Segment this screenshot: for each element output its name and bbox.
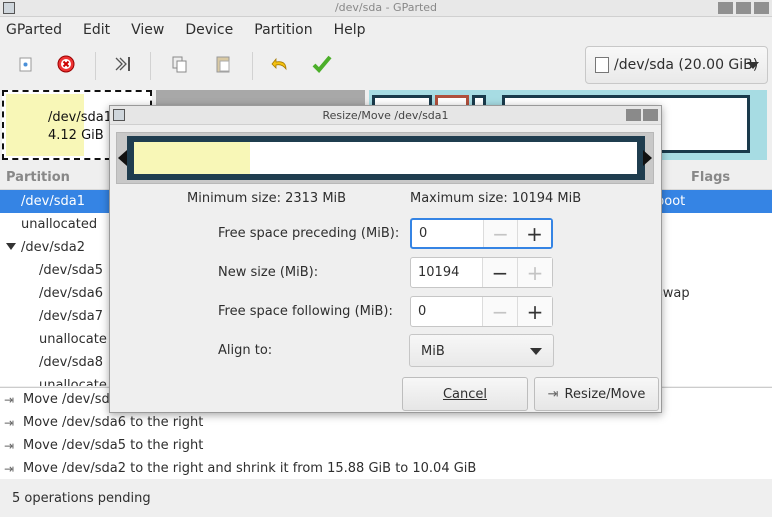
resize-move-icon: ⇥ xyxy=(547,386,559,402)
minimum-size-label: Minimum size: 2313 MiB xyxy=(187,191,347,206)
diskmap-sda1-name: /dev/sda1 xyxy=(48,110,112,125)
decrement-button[interactable]: − xyxy=(482,258,517,287)
resize-move-button[interactable]: ⇥ Resize/Move xyxy=(534,377,659,411)
align-to-value: MiB xyxy=(421,344,445,359)
menu-bar: GParted Edit View Device Partition Help xyxy=(0,17,772,43)
dialog-titlebar: Resize/Move /dev/sda1 xyxy=(110,106,661,125)
dialog-maximize-button[interactable] xyxy=(626,109,641,121)
menu-help[interactable]: Help xyxy=(334,22,366,38)
expander-icon[interactable] xyxy=(6,243,16,250)
free-space-following-label: Free space following (MiB): xyxy=(218,304,393,319)
operation-item[interactable]: ⇥ Move /dev/sda6 to the right xyxy=(0,411,203,434)
column-flags[interactable]: Flags xyxy=(691,170,730,185)
resize-move-icon: ⇥ xyxy=(4,392,15,407)
window-controls xyxy=(718,2,769,14)
resize-move-icon[interactable] xyxy=(110,51,136,77)
delete-partition-icon[interactable] xyxy=(53,51,79,77)
paste-icon[interactable] xyxy=(210,51,236,77)
increment-button[interactable]: + xyxy=(517,297,552,326)
window-title: /dev/sda - GParted xyxy=(334,1,438,14)
free-space-preceding-label: Free space preceding (MiB): xyxy=(218,226,400,241)
menu-partition[interactable]: Partition xyxy=(254,22,312,38)
decrement-button[interactable]: − xyxy=(483,220,517,247)
status-bar-text: 5 operations pending xyxy=(12,491,151,506)
device-selector[interactable]: /dev/sda (20.00 GiB) xyxy=(585,46,768,84)
maximum-size-label: Maximum size: 10194 MiB xyxy=(410,191,582,206)
align-to-label: Align to: xyxy=(218,343,273,358)
menu-edit[interactable]: Edit xyxy=(83,22,110,38)
free-space-following-spinner: − + xyxy=(410,296,553,327)
resize-move-icon: ⇥ xyxy=(4,415,15,430)
used-space-bar xyxy=(134,142,250,174)
maximize-button[interactable] xyxy=(736,2,751,14)
left-handle-icon[interactable] xyxy=(118,150,127,166)
copy-icon[interactable] xyxy=(167,51,193,77)
chevron-down-icon xyxy=(747,62,759,69)
new-size-label: New size (MiB): xyxy=(218,265,319,280)
device-selector-label: /dev/sda (20.00 GiB) xyxy=(614,57,759,73)
diskmap-sda1-size: 4.12 GiB xyxy=(48,128,104,143)
dialog-close-button[interactable] xyxy=(643,109,658,121)
free-space-preceding-spinner: − + xyxy=(410,218,553,249)
new-partition-icon[interactable] xyxy=(12,51,38,77)
operation-item[interactable]: ⇥ Move /dev/sd xyxy=(0,388,110,411)
minimize-button[interactable] xyxy=(718,2,733,14)
increment-button[interactable]: + xyxy=(517,220,551,247)
increment-button[interactable]: + xyxy=(517,258,552,287)
operation-item[interactable]: ⇥ Move /dev/sda5 to the right xyxy=(0,434,203,457)
disk-icon xyxy=(595,57,609,73)
chevron-down-icon xyxy=(530,348,542,355)
cancel-button[interactable]: Cancel xyxy=(402,377,528,411)
partition-resize-slider[interactable] xyxy=(116,132,654,184)
apply-checkmark-icon[interactable] xyxy=(309,51,335,77)
menu-device[interactable]: Device xyxy=(185,22,233,38)
new-size-input[interactable] xyxy=(411,258,482,287)
window-titlebar: /dev/sda - GParted xyxy=(0,0,772,17)
menu-gparted[interactable]: GParted xyxy=(6,22,62,38)
close-window-button[interactable] xyxy=(754,2,769,14)
new-size-spinner: − + xyxy=(410,257,553,288)
right-handle-icon[interactable] xyxy=(643,150,652,166)
undo-icon[interactable] xyxy=(267,51,293,77)
align-to-select[interactable]: MiB xyxy=(409,334,554,367)
decrement-button[interactable]: − xyxy=(482,297,517,326)
free-space-preceding-input[interactable] xyxy=(412,220,483,247)
resize-move-icon: ⇥ xyxy=(4,461,15,476)
menu-view[interactable]: View xyxy=(131,22,164,38)
dialog-title: Resize/Move /dev/sda1 xyxy=(322,109,449,122)
resize-move-dialog: Resize/Move /dev/sda1 Minimum size: 2313… xyxy=(109,105,662,413)
resize-move-icon: ⇥ xyxy=(4,438,15,453)
column-partition[interactable]: Partition xyxy=(6,170,70,185)
free-space-following-input[interactable] xyxy=(411,297,482,326)
operation-item[interactable]: ⇥ Move /dev/sda2 to the right and shrink… xyxy=(0,457,476,480)
